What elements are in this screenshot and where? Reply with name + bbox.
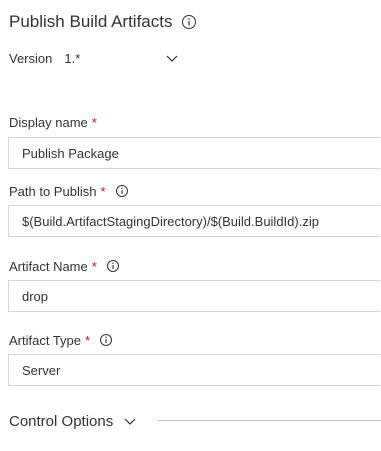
info-icon[interactable] xyxy=(115,184,129,198)
artifact-name-input[interactable]: drop xyxy=(8,280,380,312)
artifact-type-label-text: Artifact Type xyxy=(9,332,82,348)
required-marker: * xyxy=(91,258,97,274)
info-icon[interactable] xyxy=(181,14,197,30)
artifact-name-label-text: Artifact Name xyxy=(9,258,88,274)
display-name-label: Display name * xyxy=(9,113,97,131)
control-options-toggle[interactable]: Control Options xyxy=(9,410,137,432)
artifact-name-label: Artifact Name * xyxy=(9,257,120,275)
artifact-type-label: Artifact Type * xyxy=(9,331,113,349)
display-name-value: Publish Package xyxy=(22,145,119,161)
artifact-type-value: Server xyxy=(22,362,61,378)
path-to-publish-input[interactable]: $(Build.ArtifactStagingDirectory)/$(Buil… xyxy=(8,205,380,237)
path-to-publish-value: $(Build.ArtifactStagingDirectory)/$(Buil… xyxy=(22,213,319,229)
task-header: Publish Build Artifacts xyxy=(9,8,197,36)
control-options-label: Control Options xyxy=(9,412,114,430)
version-selector[interactable]: Version 1.* xyxy=(9,47,184,69)
info-icon[interactable] xyxy=(99,333,113,347)
version-label: Version xyxy=(9,50,53,66)
task-title: Publish Build Artifacts xyxy=(9,12,173,31)
section-divider xyxy=(158,420,381,421)
artifact-type-select[interactable]: Server xyxy=(8,354,380,386)
required-marker: * xyxy=(91,114,97,130)
required-marker: * xyxy=(85,332,91,348)
required-marker: * xyxy=(100,183,106,199)
info-icon[interactable] xyxy=(106,259,120,273)
artifact-name-value: drop xyxy=(22,288,49,304)
display-name-label-text: Display name xyxy=(9,114,88,130)
version-value: 1.* xyxy=(64,50,81,66)
path-to-publish-label: Path to Publish * xyxy=(9,182,129,200)
chevron-down-icon[interactable] xyxy=(165,51,179,65)
chevron-down-icon xyxy=(123,416,137,426)
path-to-publish-label-text: Path to Publish xyxy=(9,183,97,199)
display-name-input[interactable]: Publish Package xyxy=(8,137,380,169)
